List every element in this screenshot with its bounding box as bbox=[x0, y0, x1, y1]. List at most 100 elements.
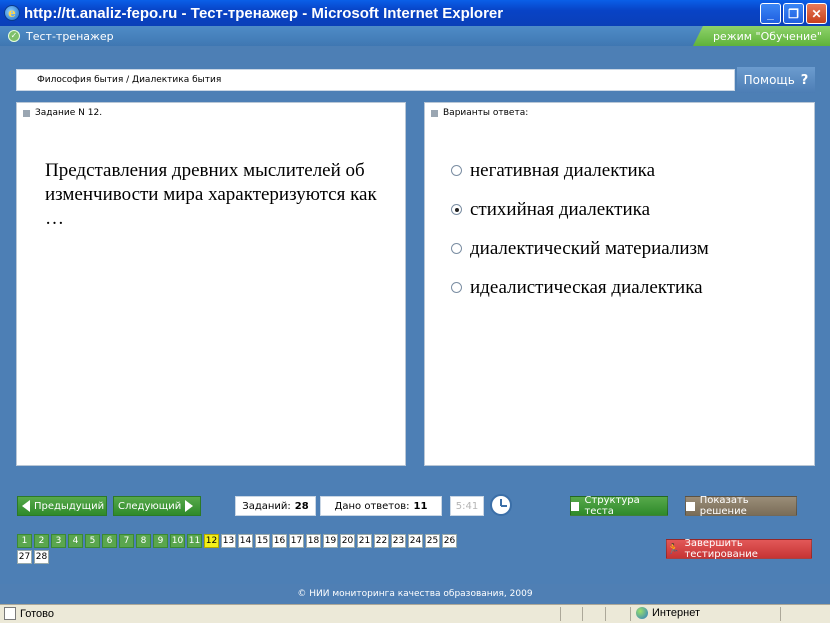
square-bullet-icon bbox=[23, 109, 30, 117]
task-panel: Задание N 12. Представления древних мысл… bbox=[16, 102, 406, 466]
task-number-button[interactable]: 2 bbox=[34, 534, 49, 548]
task-number-button[interactable]: 26 bbox=[442, 534, 457, 548]
task-number-button[interactable]: 28 bbox=[34, 550, 49, 564]
show-solution-label: Показать решение bbox=[699, 495, 749, 517]
task-number-button[interactable]: 10 bbox=[170, 534, 185, 548]
answers-count-label: Дано ответов: bbox=[334, 500, 410, 512]
task-number-button[interactable]: 12 bbox=[204, 534, 219, 548]
next-label: Следующий bbox=[118, 500, 182, 512]
maximize-button[interactable]: ❐ bbox=[783, 3, 804, 24]
task-number: Задание N 12. bbox=[35, 108, 103, 118]
globe-icon bbox=[636, 607, 648, 619]
task-number-button[interactable]: 5 bbox=[85, 534, 100, 548]
radio-button[interactable] bbox=[451, 282, 462, 293]
book-icon bbox=[686, 501, 695, 511]
prev-button[interactable]: Предыдущий bbox=[17, 496, 107, 516]
app-logo-icon: ✓ bbox=[8, 30, 20, 42]
answer-list: негативная диалектика стихийная диалекти… bbox=[451, 151, 709, 307]
window-titlebar: e http://tt.analiz-fepo.ru - Тест-тренаж… bbox=[0, 0, 830, 26]
status-left: Готово bbox=[4, 607, 54, 620]
answer-text: идеалистическая диалектика bbox=[470, 276, 703, 298]
task-number-button[interactable]: 19 bbox=[323, 534, 338, 548]
task-number-button[interactable]: 3 bbox=[51, 534, 66, 548]
status-divider bbox=[560, 607, 561, 621]
timer-display: 5:41 bbox=[450, 496, 484, 516]
page-icon bbox=[4, 607, 16, 620]
task-number-button[interactable]: 13 bbox=[221, 534, 236, 548]
mode-badge: режим "Обучение" bbox=[692, 26, 830, 46]
task-number-button[interactable]: 6 bbox=[102, 534, 117, 548]
task-number-button[interactable]: 25 bbox=[425, 534, 440, 548]
task-number-button[interactable]: 20 bbox=[340, 534, 355, 548]
question-mark-icon: ? bbox=[800, 72, 809, 88]
answers-panel: Варианты ответа: негативная диалектика с… bbox=[424, 102, 815, 466]
task-number-button[interactable]: 9 bbox=[153, 534, 168, 548]
answer-option[interactable]: стихийная диалектика bbox=[451, 190, 709, 229]
prev-label: Предыдущий bbox=[34, 500, 105, 512]
task-number-button[interactable]: 17 bbox=[289, 534, 304, 548]
footer: © НИИ мониторинга качества образования, … bbox=[0, 584, 830, 604]
help-button[interactable]: Помощь ? bbox=[737, 67, 815, 93]
zone-text: Интернет bbox=[652, 607, 700, 619]
answer-option[interactable]: диалектический материализм bbox=[451, 229, 709, 268]
radio-button[interactable] bbox=[451, 165, 462, 176]
answers-count-box: Дано ответов: 11 bbox=[320, 496, 442, 516]
answer-option[interactable]: негативная диалектика bbox=[451, 151, 709, 190]
minimize-button[interactable]: _ bbox=[760, 3, 781, 24]
question-text: Представления древних мыслителей об изме… bbox=[45, 160, 377, 229]
status-divider bbox=[605, 607, 606, 621]
task-number-button[interactable]: 27 bbox=[17, 550, 32, 564]
task-number-button[interactable]: 16 bbox=[272, 534, 287, 548]
close-button[interactable]: ✕ bbox=[806, 3, 827, 24]
arrow-left-icon bbox=[22, 500, 30, 512]
answer-option[interactable]: идеалистическая диалектика bbox=[451, 268, 709, 307]
clock-icon bbox=[490, 494, 512, 516]
finish-test-button[interactable]: 🏃 Завершить тестирование bbox=[666, 538, 812, 560]
show-solution-button[interactable]: Показать решение bbox=[685, 495, 797, 517]
tasks-count-box: Заданий: 28 bbox=[235, 496, 316, 516]
answer-text: негативная диалектика bbox=[470, 159, 656, 181]
task-number-button[interactable]: 7 bbox=[119, 534, 134, 548]
window-title: http://tt.analiz-fepo.ru - Тест-тренажер… bbox=[24, 4, 504, 22]
test-structure-label: Структура теста bbox=[584, 495, 640, 517]
tasks-count-value: 28 bbox=[294, 500, 309, 512]
status-text: Готово bbox=[20, 607, 54, 620]
answers-panel-header: Варианты ответа: bbox=[431, 108, 528, 118]
task-number-button[interactable]: 14 bbox=[238, 534, 253, 548]
task-number-button[interactable]: 21 bbox=[357, 534, 372, 548]
task-number-button[interactable]: 18 bbox=[306, 534, 321, 548]
ie-icon: e bbox=[4, 5, 20, 21]
status-divider bbox=[630, 607, 631, 621]
radio-button-checked[interactable] bbox=[451, 204, 462, 215]
square-bullet-icon bbox=[431, 109, 438, 117]
test-structure-button[interactable]: Структура теста bbox=[570, 495, 668, 517]
running-man-icon: 🏃 bbox=[667, 543, 680, 555]
tasks-count-label: Заданий: bbox=[242, 500, 291, 512]
breadcrumb: Философия бытия / Диалектика бытия bbox=[16, 69, 735, 91]
status-divider bbox=[582, 607, 583, 621]
breadcrumb-text: Философия бытия / Диалектика бытия bbox=[37, 75, 222, 85]
task-panel-header: Задание N 12. bbox=[23, 108, 102, 118]
task-number-button[interactable]: 4 bbox=[68, 534, 83, 548]
task-number-button[interactable]: 24 bbox=[408, 534, 423, 548]
structure-icon bbox=[571, 501, 580, 511]
task-number-grid: 1 2 3 4 5 6 7 8 9 10 11 12 13 14 15 16 17 18 19 20 21 22 23 24 2… bbox=[17, 534, 462, 564]
task-number-button[interactable]: 15 bbox=[255, 534, 270, 548]
arrow-right-icon bbox=[185, 500, 194, 512]
task-number-button[interactable]: 22 bbox=[374, 534, 389, 548]
app-name: Тест-тренажер bbox=[26, 29, 114, 43]
window-controls: _ ❐ ✕ bbox=[760, 3, 827, 24]
app-header: ✓ Тест-тренажер режим "Обучение" bbox=[0, 26, 830, 46]
security-zone: Интернет bbox=[636, 607, 700, 619]
help-label: Помощь bbox=[743, 73, 795, 87]
answers-count-value: 11 bbox=[413, 500, 428, 512]
finish-test-label: Завершить тестирование bbox=[684, 538, 758, 560]
task-number-button[interactable]: 23 bbox=[391, 534, 406, 548]
answer-text: стихийная диалектика bbox=[470, 198, 651, 220]
status-divider bbox=[780, 607, 781, 621]
radio-button[interactable] bbox=[451, 243, 462, 254]
next-button[interactable]: Следующий bbox=[113, 496, 201, 516]
task-number-button[interactable]: 11 bbox=[187, 534, 202, 548]
task-number-button[interactable]: 1 bbox=[17, 534, 32, 548]
task-number-button[interactable]: 8 bbox=[136, 534, 151, 548]
